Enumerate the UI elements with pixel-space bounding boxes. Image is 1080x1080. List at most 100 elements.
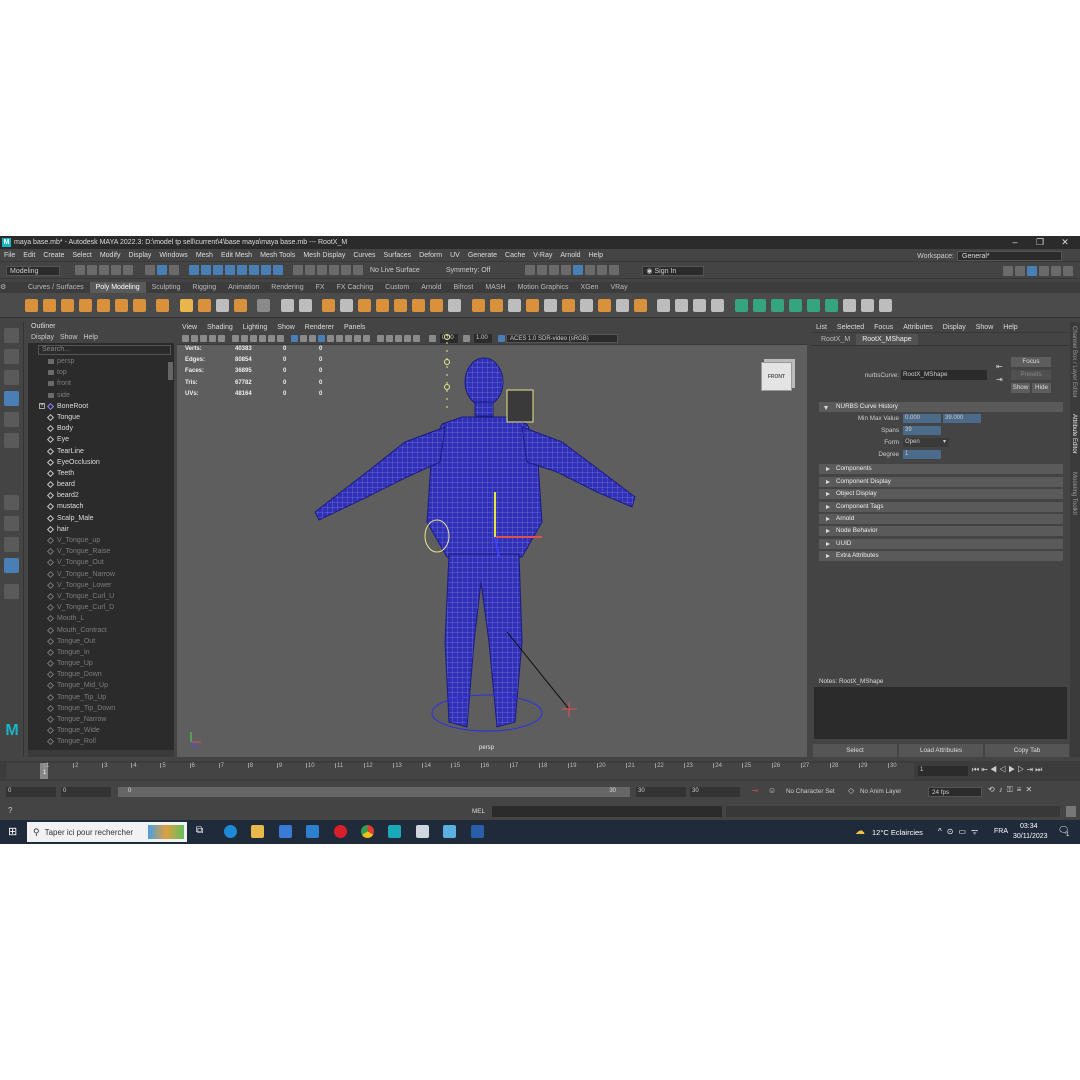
prefs-icon[interactable]: ✕: [1025, 785, 1036, 794]
close-icon[interactable]: ✕: [1054, 236, 1076, 249]
menu-edit-mesh[interactable]: Edit Mesh: [217, 252, 256, 259]
outliner-item-blendshape[interactable]: Tongue_Tip_Down: [28, 703, 174, 714]
copy-tab-button[interactable]: Copy Tab: [985, 744, 1069, 757]
sweep-mesh-icon[interactable]: [197, 298, 211, 312]
shelf-tab-motion-graphics[interactable]: Motion Graphics: [512, 282, 575, 293]
outliner-item-camera[interactable]: persp: [28, 356, 174, 367]
outliner-scrollbar[interactable]: [168, 362, 173, 380]
section-nurbs-curve-history[interactable]: NURBS Curve History: [819, 402, 1063, 412]
outliner-item[interactable]: mustach: [28, 501, 174, 512]
file-explorer-icon[interactable]: [251, 825, 264, 838]
cleanup-icon[interactable]: [448, 298, 461, 312]
tab-rootx-m[interactable]: RootX_M: [815, 334, 856, 345]
poly-cube-icon[interactable]: [42, 298, 56, 312]
mail-icon[interactable]: [306, 825, 319, 838]
attr-menu-selected[interactable]: Selected: [832, 324, 869, 331]
uv-layout-icon[interactable]: [824, 298, 838, 312]
auto-key-icon[interactable]: ⊸: [752, 786, 759, 795]
select-object-icon[interactable]: [157, 264, 167, 275]
language-indicator[interactable]: FRA: [994, 828, 1008, 835]
outliner-menu-help[interactable]: Help: [80, 334, 100, 341]
mel-command-input[interactable]: [492, 806, 722, 817]
bevel-icon[interactable]: [525, 298, 539, 312]
opera-icon[interactable]: [334, 825, 347, 838]
viewport-panel[interactable]: View Shading Lighting Show Renderer Pane…: [177, 322, 807, 757]
outliner-item-blendshape[interactable]: Tongue_Roll: [28, 736, 174, 747]
presets-button[interactable]: Presets: [1011, 370, 1051, 380]
scale-tool-icon[interactable]: [4, 433, 19, 448]
save-scene-icon[interactable]: [99, 264, 109, 275]
vray-render-icon[interactable]: [597, 264, 608, 275]
outliner-item-camera[interactable]: top: [28, 367, 174, 378]
menu-file[interactable]: File: [0, 252, 19, 259]
attr-menu-show[interactable]: Show: [971, 324, 999, 331]
section-component-tags[interactable]: Component Tags: [819, 502, 1063, 512]
current-frame-field[interactable]: 1: [918, 766, 968, 776]
menu-cache[interactable]: Cache: [501, 252, 529, 259]
menu-deform[interactable]: Deform: [415, 252, 446, 259]
shelf-tab-rigging[interactable]: Rigging: [186, 282, 222, 293]
go-to-start-icon[interactable]: ⏮: [972, 765, 981, 774]
tab-rootx-mshape[interactable]: RootX_MShape: [856, 334, 918, 345]
target-weld-icon[interactable]: [675, 298, 688, 312]
super-shape-icon[interactable]: [179, 298, 193, 312]
system-tray-icons[interactable]: ^⊙▭ᯤ: [938, 826, 983, 837]
render-frame-icon[interactable]: [549, 264, 560, 275]
shelf-tab-fx-caching[interactable]: FX Caching: [331, 282, 380, 293]
tab-channel-box[interactable]: Channel Box / Layer Editor: [1071, 326, 1077, 398]
outliner-item-blendshape[interactable]: Tongue_Narrow: [28, 714, 174, 725]
restore-icon[interactable]: ❐: [1029, 236, 1051, 249]
combine-icon[interactable]: [280, 298, 294, 312]
new-scene-icon[interactable]: [75, 264, 85, 275]
reduce-icon[interactable]: [430, 298, 443, 312]
section-uuid[interactable]: UUID: [819, 539, 1063, 549]
snap-grid-icon[interactable]: [293, 264, 303, 275]
sign-in-dropdown[interactable]: ◉ Sign In: [642, 265, 705, 276]
menu-edit[interactable]: Edit: [19, 252, 39, 259]
sound-icon[interactable]: ♪: [999, 785, 1007, 794]
cylindrical-map-icon[interactable]: [770, 298, 784, 312]
mask-joints-icon[interactable]: [201, 264, 211, 275]
anim-end-field[interactable]: 30: [690, 787, 740, 797]
paint-select-tool-icon[interactable]: [4, 370, 19, 385]
circularize-icon[interactable]: [579, 298, 593, 312]
lasso-tool-icon[interactable]: [4, 349, 19, 364]
outliner-item[interactable]: Body: [28, 423, 174, 434]
retopologize-icon[interactable]: [412, 298, 425, 312]
menu-generate[interactable]: Generate: [464, 252, 501, 259]
shelf-tab-curves-surfaces[interactable]: Curves / Surfaces: [22, 282, 90, 293]
snap-curve-icon[interactable]: [305, 264, 315, 275]
step-back-key-icon[interactable]: ⇤: [981, 765, 990, 774]
mask-dynamics-icon[interactable]: [249, 264, 259, 275]
outliner-item[interactable]: hair: [28, 524, 174, 535]
loop-icon[interactable]: ⟲: [988, 785, 999, 794]
shelf-gear-icon[interactable]: ⚙: [0, 282, 22, 293]
outliner-item[interactable]: beard2: [28, 490, 174, 501]
playback-end-field[interactable]: 30: [636, 787, 686, 797]
render-view-icon[interactable]: [537, 264, 548, 275]
degree-field[interactable]: 1: [903, 450, 941, 459]
merge-icon[interactable]: [615, 298, 629, 312]
focus-button[interactable]: Focus: [1011, 357, 1051, 367]
outliner-item-blendshape[interactable]: V_Tongue_up: [28, 535, 174, 546]
attr-menu-list[interactable]: List: [811, 324, 832, 331]
weather-label[interactable]: 12°C Eclaircies: [872, 828, 923, 837]
uv-cut-icon[interactable]: [860, 298, 874, 312]
outliner-item-blendshape[interactable]: Tongue_Down: [28, 669, 174, 680]
toggle-toolkit-icon[interactable]: [1039, 266, 1049, 276]
attr-menu-help[interactable]: Help: [998, 324, 1022, 331]
outliner-item[interactable]: beard: [28, 479, 174, 490]
outliner-item[interactable]: TearLine: [28, 446, 174, 457]
shelf-tab-bifrost[interactable]: Bifrost: [448, 282, 480, 293]
section-components[interactable]: Components: [819, 464, 1063, 474]
redo-icon[interactable]: [123, 264, 133, 275]
word-icon[interactable]: [471, 825, 484, 838]
outliner-menu-display[interactable]: Display: [28, 334, 57, 341]
store-icon[interactable]: [279, 825, 292, 838]
section-arnold[interactable]: Arnold: [819, 514, 1063, 524]
security-icon[interactable]: [416, 825, 429, 838]
max-value-field[interactable]: 39.000: [943, 414, 981, 423]
tab-modeling-toolkit[interactable]: Modeling Toolkit: [1071, 472, 1077, 515]
timeline-track[interactable]: 1 1 2 3 4 5 6 7 8 9 10 11 12 13 14 15 16 17 18 19 20 21 22 23 2…: [6, 763, 914, 779]
outliner-item-blendshape[interactable]: V_Tongue_Out: [28, 557, 174, 568]
